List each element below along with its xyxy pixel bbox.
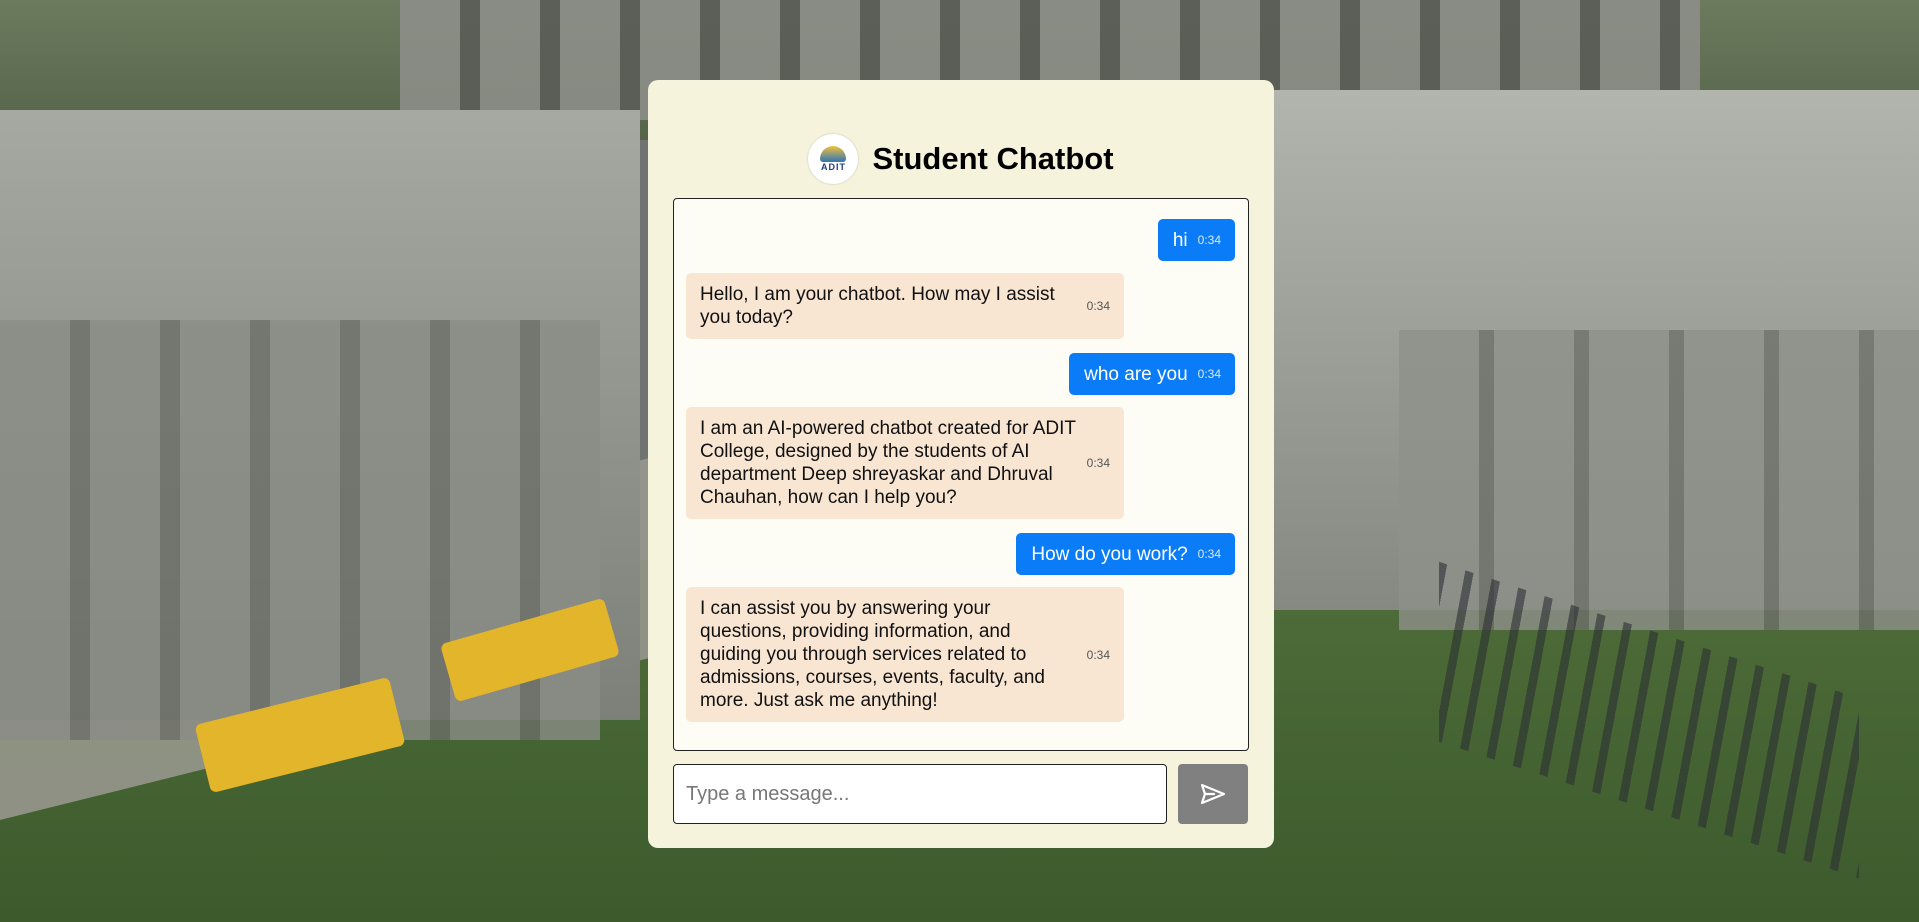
message-text: I am an AI-powered chatbot created for A… <box>700 418 1076 508</box>
send-icon <box>1200 783 1226 805</box>
message-time: 0:34 <box>1197 547 1221 561</box>
message-input[interactable] <box>673 764 1167 824</box>
user-message: hi 0:34 <box>1157 219 1235 261</box>
message-time: 0:34 <box>1086 647 1110 662</box>
message-text: hi <box>1172 229 1188 251</box>
bot-message: I am an AI-powered chatbot created for A… <box>686 407 1124 519</box>
message-text: I can assist you by answering your quest… <box>700 598 1045 711</box>
message-time: 0:34 <box>1197 367 1221 381</box>
logo-emblem-icon <box>820 146 847 162</box>
bot-message: I can assist you by answering your quest… <box>686 587 1124 722</box>
page-title: Student Chatbot <box>872 141 1114 176</box>
user-message: who are you 0:34 <box>1069 353 1235 395</box>
user-message: How do you work? 0:34 <box>1016 533 1235 575</box>
bot-message: Hello, I am your chatbot. How may I assi… <box>686 273 1124 339</box>
send-button[interactable] <box>1178 764 1248 824</box>
message-time: 0:34 <box>1086 456 1110 470</box>
chat-messages[interactable]: hi 0:34 Hello, I am your chatbot. How ma… <box>673 198 1249 751</box>
message-text: Hello, I am your chatbot. How may I assi… <box>700 284 1055 328</box>
message-text: who are you <box>1084 363 1188 385</box>
college-logo: ADIT <box>808 134 859 184</box>
chatbot-header: ADIT Student Chatbot <box>648 130 1274 188</box>
logo-text: ADIT <box>820 162 846 172</box>
message-text: How do you work? <box>1031 543 1188 565</box>
chatbot-panel: ADIT Student Chatbot hi 0:34 Hello, I am… <box>648 80 1274 848</box>
message-time: 0:34 <box>1086 299 1110 313</box>
message-time: 0:34 <box>1197 233 1221 247</box>
